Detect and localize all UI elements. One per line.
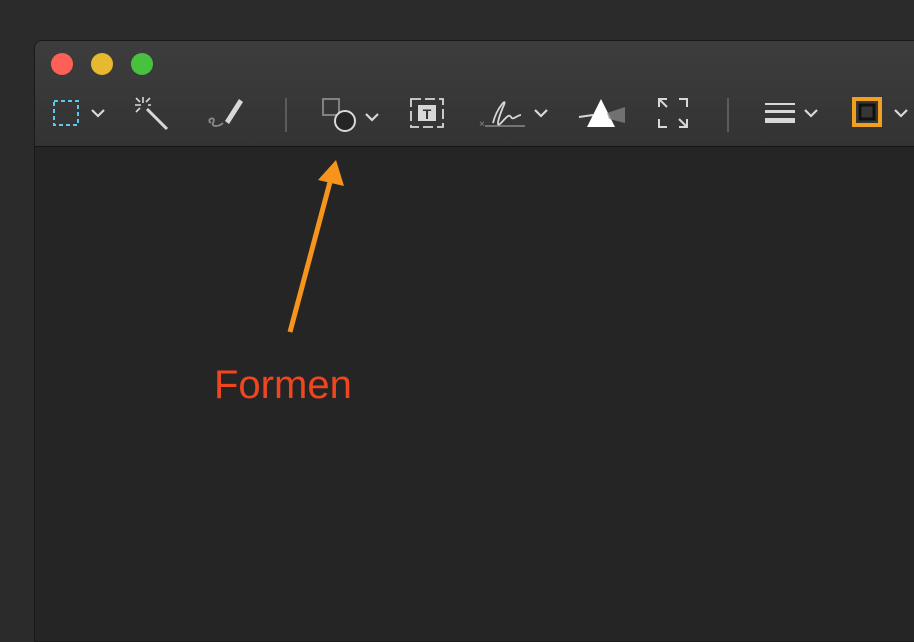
- annotation-label: Formen: [214, 363, 352, 407]
- arrowhead-icon: [318, 160, 344, 186]
- annotation-arrow: [287, 160, 344, 333]
